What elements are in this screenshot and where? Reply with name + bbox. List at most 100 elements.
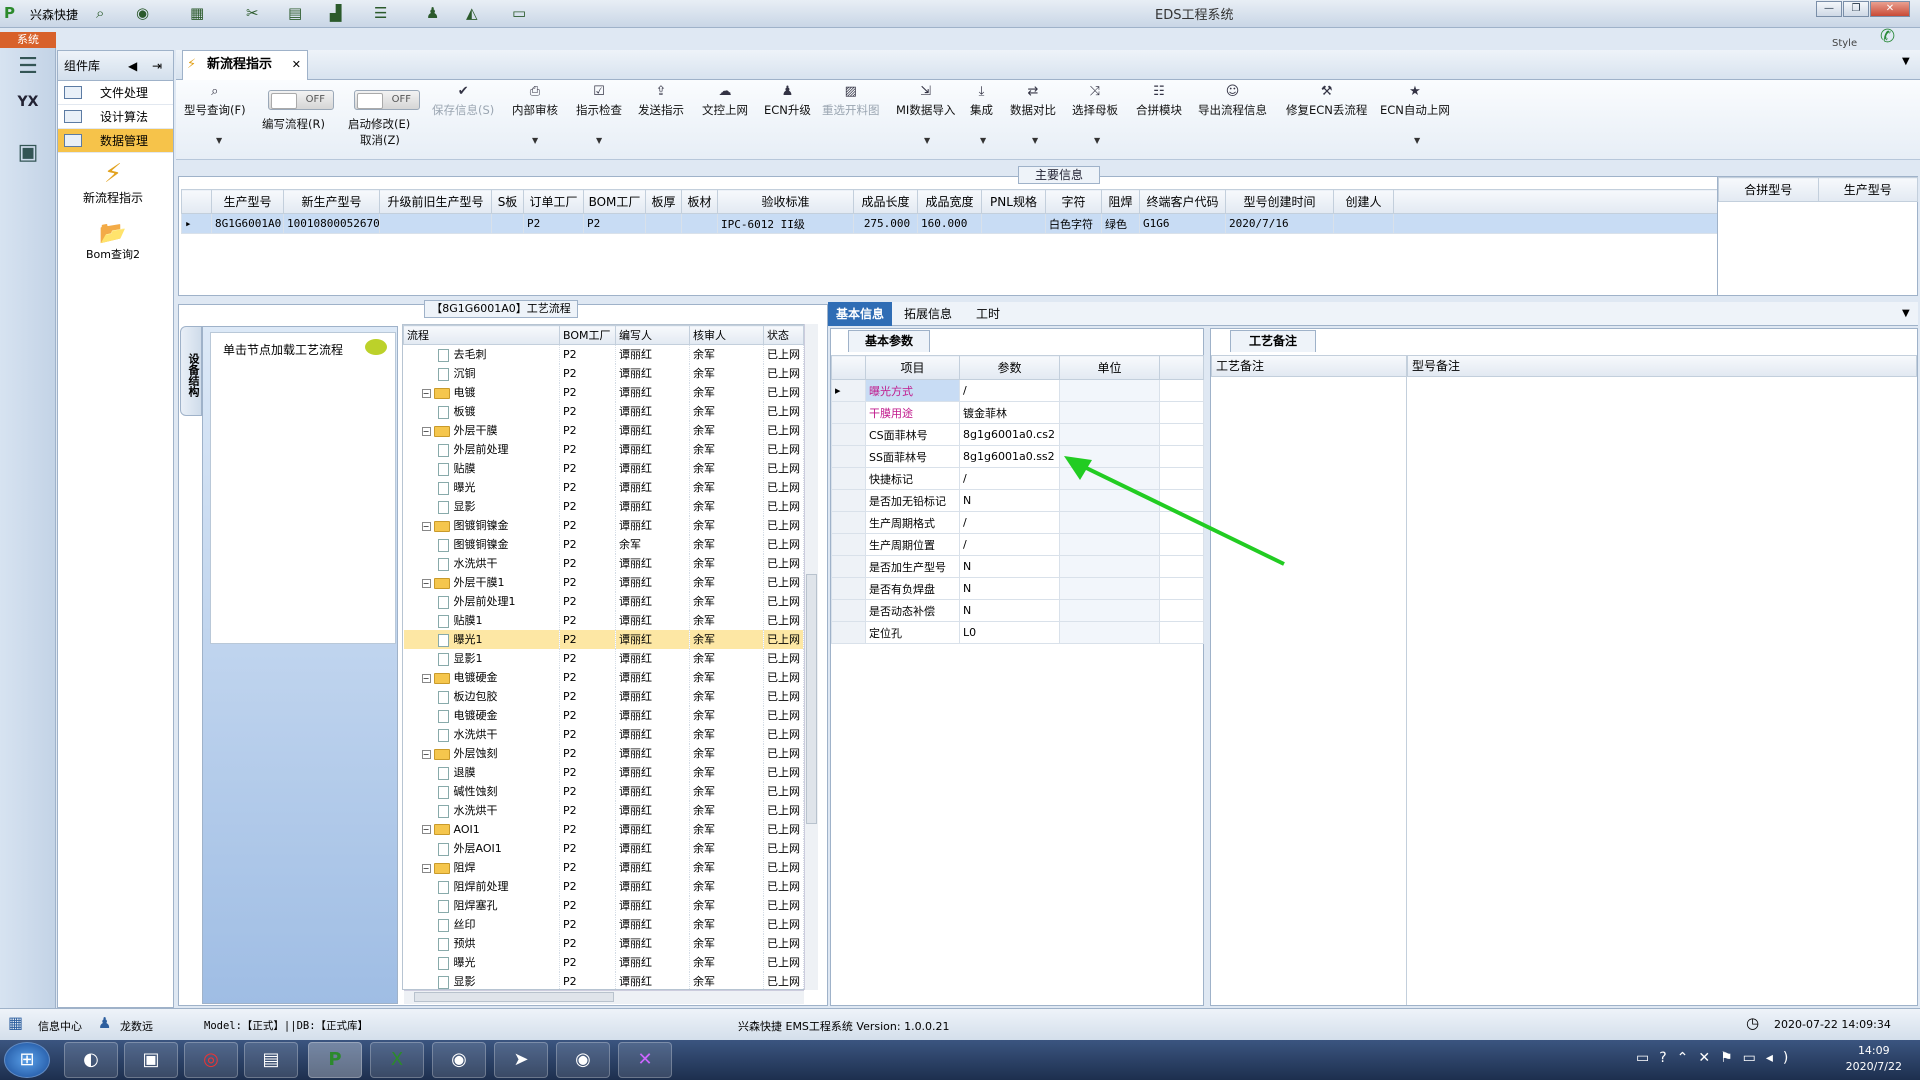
- tree-row[interactable]: 退膜 P2 谭丽红 余军 已上网: [403, 762, 804, 782]
- tree-node[interactable]: 图镀铜镍金: [403, 534, 560, 554]
- tree-row[interactable]: 显影 P2 谭丽红 余军 已上网: [403, 971, 804, 989]
- tree-node[interactable]: − 外层干膜: [403, 420, 560, 440]
- mi-import-button[interactable]: ⇲ MI数据导入: [896, 84, 955, 118]
- param-unit[interactable]: [1059, 621, 1160, 644]
- select-mother-board-button[interactable]: ⤨ 选择母板: [1072, 84, 1118, 118]
- table-cell[interactable]: P2: [523, 213, 584, 234]
- column-header[interactable]: S板: [491, 189, 524, 214]
- table-cell[interactable]: 160.000: [917, 213, 982, 234]
- tree-node[interactable]: 贴膜1: [403, 610, 560, 630]
- tree-node[interactable]: 沉铜: [403, 363, 560, 383]
- search-icon[interactable]: ⌕: [96, 4, 104, 22]
- tree-node[interactable]: − 电镀硬金: [403, 667, 560, 687]
- table-row[interactable]: ▸ 8G1G6001A0 10010800052670 P2 P2 IPC-6012 II…: [181, 213, 1718, 234]
- column-header[interactable]: 新生产型号: [283, 189, 380, 214]
- table-cell[interactable]: P2: [583, 213, 646, 234]
- column-header[interactable]: 阻焊: [1101, 189, 1140, 214]
- collapse-icon[interactable]: −: [421, 863, 431, 873]
- table-cell[interactable]: 10010800052670: [283, 213, 380, 234]
- yx-logo-icon[interactable]: YX: [10, 94, 46, 124]
- taskbar-app-notepad-icon[interactable]: ▤: [244, 1042, 298, 1078]
- maximize-button[interactable]: ❐: [1843, 1, 1869, 17]
- taskbar-app-excel-icon[interactable]: X: [370, 1042, 424, 1078]
- start-button[interactable]: ⊞: [4, 1042, 50, 1078]
- taskbar-clock[interactable]: 14:09 2020/7/22: [1846, 1043, 1902, 1075]
- collapse-icon[interactable]: −: [421, 388, 431, 398]
- basic-params-tab[interactable]: 基本参数: [848, 330, 930, 352]
- tree-row[interactable]: 外层前处理1 P2 谭丽红 余军 已上网: [403, 591, 804, 611]
- table-cell[interactable]: [379, 213, 492, 234]
- table-cell[interactable]: [491, 213, 524, 234]
- collapse-icon[interactable]: −: [421, 578, 431, 588]
- tab-new-flow[interactable]: ⚡ 新流程指示 ✕: [182, 50, 308, 80]
- pin-icon[interactable]: ⇥: [152, 51, 162, 81]
- chevron-down-icon[interactable]: ▼: [924, 136, 930, 145]
- area-chart-icon[interactable]: ◭: [466, 4, 478, 22]
- table-cell[interactable]: IPC-6012 II级: [717, 213, 854, 234]
- ecn-auto-online-button[interactable]: ★ ECN自动上网: [1380, 84, 1450, 118]
- param-row[interactable]: CS面菲林号 8g1g6001a0.cs2: [831, 423, 1204, 446]
- sidebar-item-file[interactable]: 文件处理: [58, 81, 173, 105]
- param-unit[interactable]: [1059, 577, 1160, 600]
- close-button[interactable]: ✕: [1870, 1, 1910, 17]
- column-header[interactable]: PNL规格: [981, 189, 1046, 214]
- device-structure-tab[interactable]: 设备结构: [180, 326, 202, 416]
- tab-basic-info[interactable]: 基本信息: [828, 302, 893, 326]
- param-value[interactable]: /: [959, 379, 1060, 402]
- query-model-button[interactable]: ⌕ 型号查询(F): [184, 84, 246, 118]
- column-header[interactable]: 型号创建时间: [1225, 189, 1334, 214]
- tree-node[interactable]: 水洗烘干: [403, 800, 560, 820]
- collapse-icon[interactable]: −: [421, 825, 431, 834]
- table-cell[interactable]: [981, 213, 1046, 234]
- param-value[interactable]: N: [959, 489, 1060, 512]
- tree-node[interactable]: 板镀: [403, 401, 560, 421]
- param-value[interactable]: /: [959, 533, 1060, 556]
- windows-grid-icon[interactable]: ▦: [8, 1013, 23, 1032]
- tree-row[interactable]: 电镀硬金 P2 谭丽红 余军 已上网: [403, 705, 804, 725]
- tree-node[interactable]: 阻焊前处理: [403, 876, 560, 896]
- taskbar-app-save-icon[interactable]: ▣: [124, 1042, 178, 1078]
- column-header[interactable]: 订单工厂: [523, 189, 584, 214]
- tree-row[interactable]: − 外层干膜1 P2 谭丽红 余军 已上网: [403, 572, 804, 592]
- tab-extended-info[interactable]: 拓展信息: [896, 302, 960, 326]
- tree-row[interactable]: 水洗烘干 P2 谭丽红 余军 已上网: [403, 800, 804, 820]
- column-header[interactable]: 创建人: [1333, 189, 1394, 214]
- table-cell[interactable]: 8G1G6001A0: [211, 213, 284, 234]
- phone-icon[interactable]: ✆: [1880, 26, 1895, 47]
- style-label[interactable]: Style: [1832, 38, 1857, 49]
- column-header[interactable]: 升级前旧生产型号: [379, 189, 492, 214]
- table-icon[interactable]: ▦: [190, 4, 204, 22]
- param-row[interactable]: ▸ 曝光方式 /: [831, 379, 1204, 402]
- start-edit-toggle[interactable]: OFF: [354, 90, 420, 110]
- tree-row[interactable]: 显影1 P2 谭丽红 余军 已上网: [403, 648, 804, 668]
- taskbar-app-shell-icon[interactable]: ◐: [64, 1042, 118, 1078]
- integrate-button[interactable]: ⤓ 集成: [970, 84, 993, 118]
- list-icon[interactable]: ☰: [374, 4, 387, 22]
- send-instruction-button[interactable]: ⇪ 发送指示: [638, 84, 684, 118]
- tree-row[interactable]: 图镀铜镍金 P2 余军 余军 已上网: [403, 534, 804, 554]
- save-info-button[interactable]: ✔ 保存信息(S): [432, 84, 494, 118]
- param-value[interactable]: /: [959, 511, 1060, 534]
- chevron-down-icon[interactable]: ▼: [980, 136, 986, 145]
- tree-node[interactable]: 显影: [403, 971, 560, 989]
- tree-node[interactable]: 曝光1: [403, 629, 560, 649]
- tree-row[interactable]: − 阻焊 P2 谭丽红 余军 已上网: [403, 857, 804, 877]
- chevron-left-icon[interactable]: ◀: [128, 51, 137, 81]
- param-value[interactable]: N: [959, 577, 1060, 600]
- tree-node[interactable]: 电镀硬金: [403, 705, 560, 725]
- chevron-down-icon[interactable]: ▼: [216, 136, 222, 145]
- column-header[interactable]: 成品宽度: [917, 189, 982, 214]
- scroll-thumb[interactable]: [806, 574, 817, 824]
- tree-row[interactable]: 阻焊前处理 P2 谭丽红 余军 已上网: [403, 876, 804, 896]
- tree-row[interactable]: 水洗烘干 P2 谭丽红 余军 已上网: [403, 724, 804, 744]
- tree-row[interactable]: − 图镀铜镍金 P2 谭丽红 余军 已上网: [403, 515, 804, 535]
- minimize-button[interactable]: —: [1816, 1, 1842, 17]
- tree-node[interactable]: 退膜: [403, 762, 560, 782]
- table-cell[interactable]: 白色字符: [1045, 213, 1102, 234]
- tree-node[interactable]: 曝光: [403, 952, 560, 972]
- param-value[interactable]: L0: [959, 621, 1060, 644]
- tree-node[interactable]: − 阻焊: [403, 857, 560, 877]
- param-value[interactable]: N: [959, 599, 1060, 622]
- doc-control-online-button[interactable]: ☁ 文控上网: [702, 84, 748, 118]
- collapse-icon[interactable]: −: [421, 521, 431, 531]
